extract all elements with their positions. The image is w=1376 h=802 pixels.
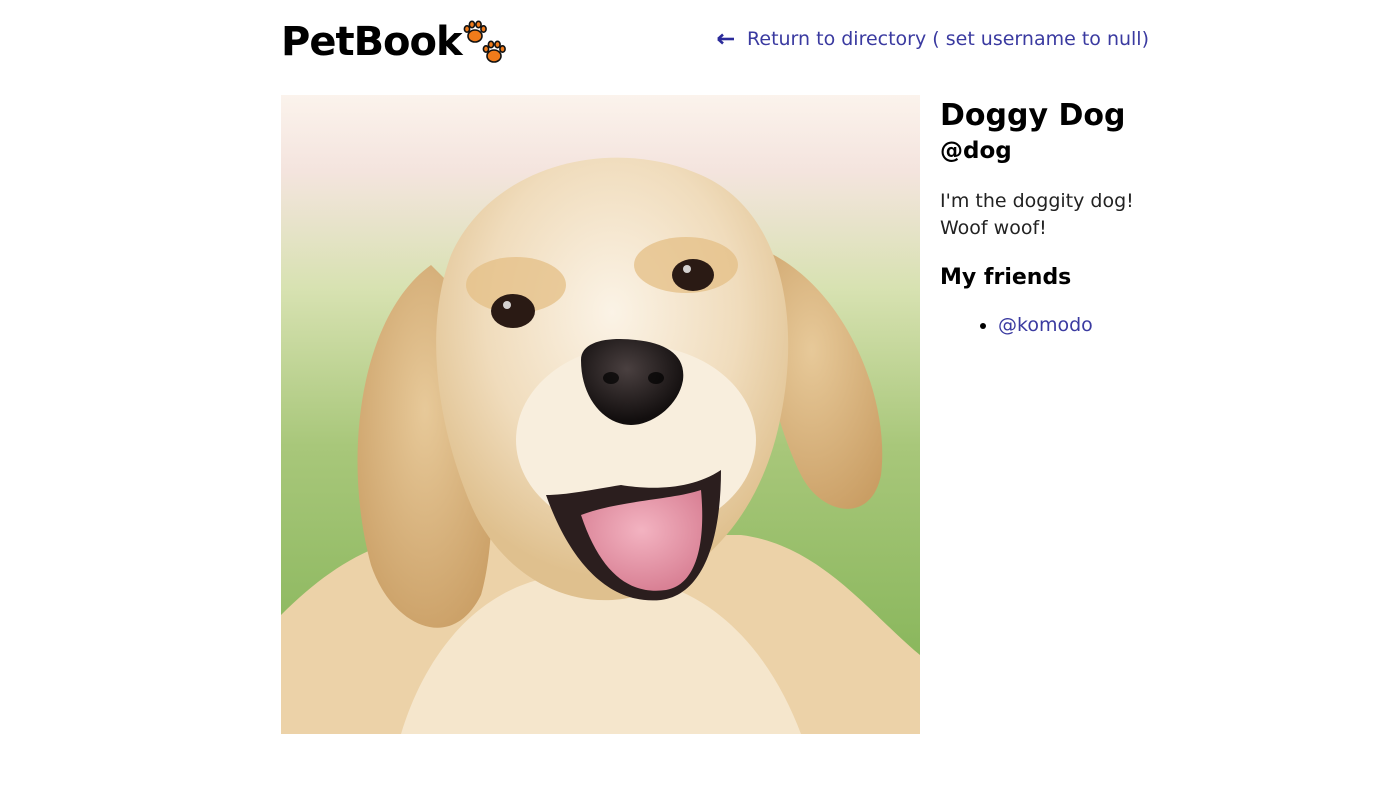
friends-list: @komodo (940, 312, 1170, 338)
return-to-directory-label: Return to directory ( set username to nu… (747, 28, 1149, 50)
arrow-left-icon (717, 33, 735, 45)
profile-details: Doggy Dog @dog I'm the doggity dog! Woof… (940, 98, 1170, 338)
site-logo-text[interactable]: PetBook (281, 18, 463, 66)
return-to-directory-link[interactable]: Return to directory ( set username to nu… (717, 28, 1149, 50)
profile-bio: I'm the doggity dog! Woof woof! (940, 190, 1134, 239)
profile-photo (281, 95, 920, 734)
friend-link-komodo[interactable]: @komodo (998, 314, 1093, 336)
paw-prints-icon (463, 20, 506, 63)
list-item: @komodo (998, 312, 1170, 338)
site-header: PetBook Return to directory (set userna… (281, 14, 1149, 74)
friends-heading: My friends (940, 265, 1072, 290)
profile-handle: @dog (940, 138, 1012, 164)
profile-name: Doggy Dog (940, 98, 1126, 133)
profile-page: PetBook Return to directory (set userna… (0, 0, 1376, 802)
